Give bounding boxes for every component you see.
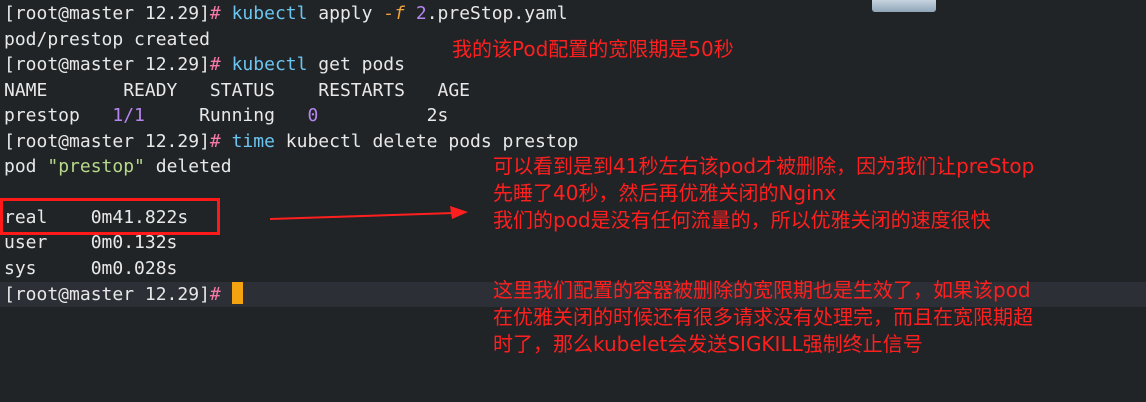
prompt-hash: # [209, 54, 221, 75]
command-args: .preStop.yaml [426, 3, 568, 24]
quoted-pod-name: "prestop" [47, 156, 145, 177]
output-text: deleted [144, 156, 232, 177]
annotation-deletion-time: 可以看到是到41秒左右该pod才被删除，因为我们让preStop 先睡了40秒，… [493, 154, 1035, 232]
text-cursor [231, 282, 243, 304]
prompt: [root@master 12.29] [4, 131, 210, 152]
prompt-hash: # [209, 284, 221, 305]
terminal-output-created: pod/prestop created [4, 29, 210, 50]
pod-name: prestop [4, 105, 113, 126]
annotation-grace-period: 我的该Pod配置的宽限期是50秒 [452, 37, 734, 61]
prompt: [root@master 12.29] [4, 54, 210, 75]
pod-age: 2s [318, 105, 449, 126]
pods-table-header: NAME READY STATUS RESTARTS AGE [4, 80, 470, 101]
command-args [405, 3, 416, 24]
command-flag: -f [383, 3, 405, 24]
pods-table-row: prestop 1/1 Running 0 2s [4, 104, 448, 128]
terminal-output-deleted: pod "prestop" deleted [4, 155, 232, 179]
command-args: kubectl [274, 131, 362, 152]
terminal-line-current[interactable]: [root@master 12.29]# [4, 282, 243, 306]
prompt-hash: # [209, 3, 221, 24]
prompt: [root@master 12.29] [4, 3, 210, 24]
prompt-hash: # [209, 131, 221, 152]
command-args: delete pods prestop [361, 131, 579, 152]
pod-status: Running [144, 105, 308, 126]
terminal-line-cmd2: [root@master 12.29]# kubectl get pods [4, 53, 405, 77]
time-sys: sys 0m0.028s [4, 258, 178, 279]
prompt: [root@master 12.29] [4, 284, 210, 305]
command-name: kubectl [231, 54, 308, 75]
command-name: kubectl [231, 3, 308, 24]
command-name: time [231, 131, 275, 152]
highlight-box [0, 198, 220, 235]
output-text: pod [4, 156, 48, 177]
terminal-window[interactable]: [root@master 12.29]# kubectl apply -f 2.… [0, 0, 1146, 402]
pod-restarts: 0 [307, 105, 319, 126]
pod-ready: 1/1 [112, 105, 145, 126]
command-number: 2 [415, 3, 427, 24]
terminal-line-cmd1: [root@master 12.29]# kubectl apply -f 2.… [4, 2, 568, 26]
window-thumbnail [872, 0, 936, 12]
terminal-line-cmd3: [root@master 12.29]# time kubectl delete… [4, 130, 578, 154]
command-args: get pods [307, 54, 405, 75]
annotation-sigkill: 这里我们配置的容器被删除的宽限期也是生效了，如果该pod 在优雅关闭的时候还有很… [493, 278, 1033, 356]
arrow-icon [270, 206, 468, 220]
command-args: apply [307, 3, 384, 24]
